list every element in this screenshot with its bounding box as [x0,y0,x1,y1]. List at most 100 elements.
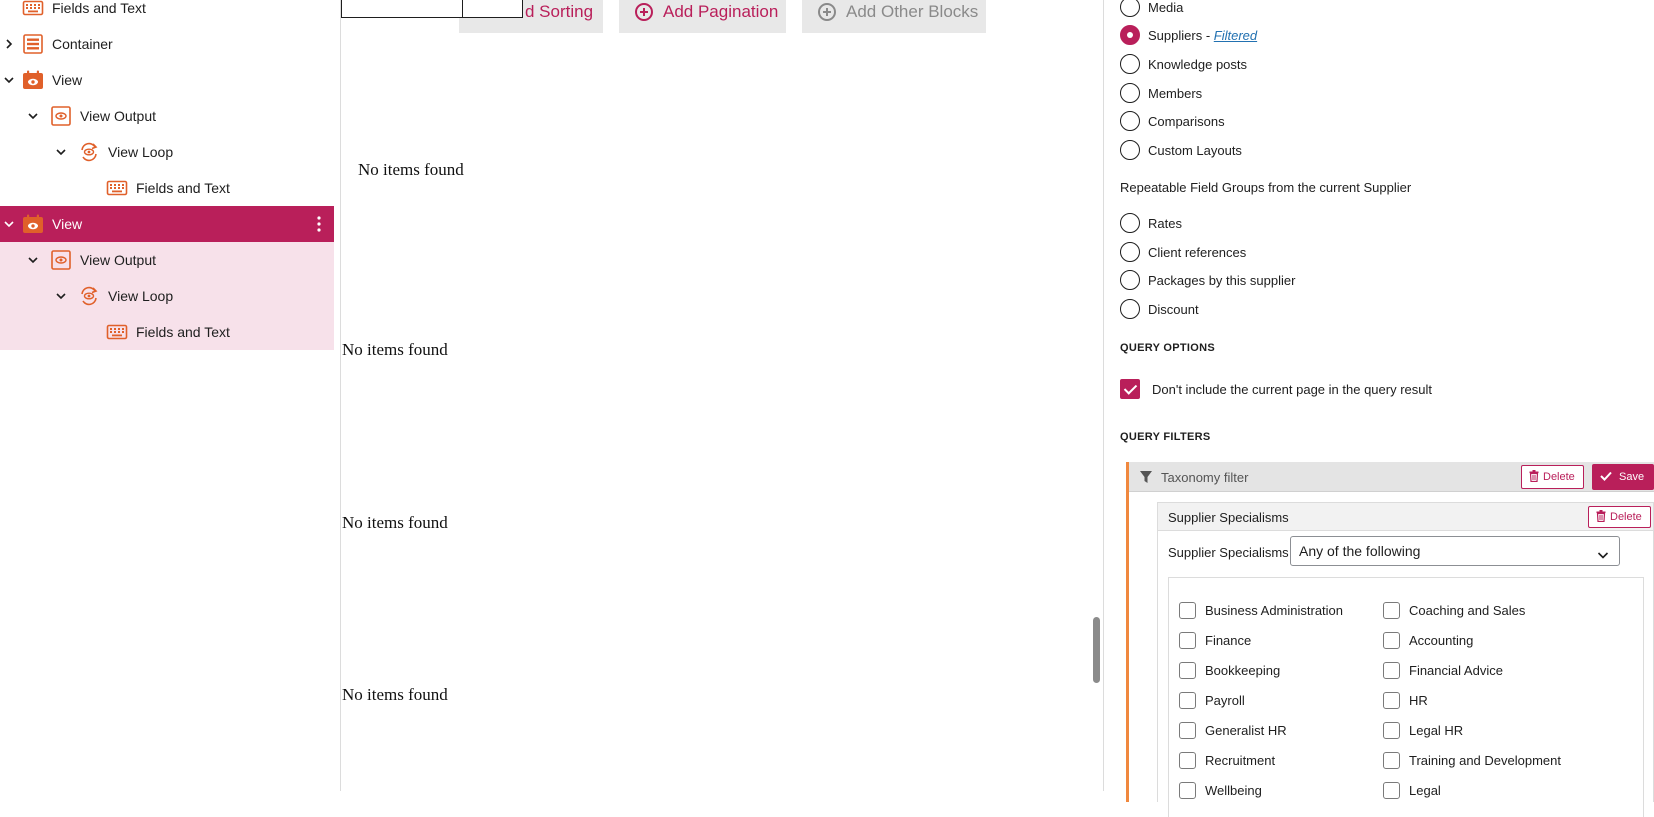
list-item-label: Container [52,36,113,52]
chevron-down-icon[interactable] [3,74,15,86]
no-items-message: No items found [342,685,448,704]
post-type-label: Suppliers [1148,27,1203,43]
canvas-input-box[interactable] [341,0,463,18]
chevron-down-icon[interactable] [3,218,15,230]
list-item-fields-and-text[interactable]: Fields and Text [0,314,334,350]
settings-sidebar: Media Suppliers - Filtered Knowledge pos… [1104,0,1654,817]
list-item-fields-and-text[interactable]: Fields and Text [0,0,334,26]
save-filter-button[interactable]: Save [1592,464,1654,490]
post-type-media[interactable]: Media [1120,0,1183,18]
term-option[interactable]: Financial Advice [1383,662,1503,679]
canvas-scrollbar[interactable] [1093,617,1100,683]
term-option[interactable]: Recruitment [1179,752,1275,769]
term-label: Business Administration [1205,603,1344,618]
delete-taxonomy-button[interactable]: Delete [1588,506,1651,528]
term-label: Training and Development [1409,753,1561,768]
exclude-current-page-option[interactable]: Don't include the current page in the qu… [1120,378,1432,400]
term-checkbox[interactable] [1179,632,1196,649]
term-option[interactable]: Legal HR [1383,722,1463,739]
condition-select[interactable]: Any of the following [1290,536,1620,566]
repeatable-group-packages[interactable]: Packages by this supplier [1120,269,1295,291]
exclude-current-page-label: Don't include the current page in the qu… [1152,381,1432,397]
radio-button[interactable] [1120,213,1140,233]
term-checkbox[interactable] [1179,662,1196,679]
term-checkbox[interactable] [1383,632,1400,649]
term-checkbox[interactable] [1179,692,1196,709]
plus-circle-icon [635,2,653,21]
radio-button[interactable] [1120,0,1140,17]
term-option[interactable]: Business Administration [1179,602,1343,619]
list-item-view-output[interactable]: View Output [0,98,334,134]
list-item-label: View Loop [108,288,174,304]
term-option[interactable]: Coaching and Sales [1383,602,1525,619]
chevron-right-icon[interactable] [3,38,15,50]
view-loop-icon [78,286,100,306]
trash-icon [1596,509,1606,525]
filtered-link[interactable]: Filtered [1214,28,1257,43]
add-other-blocks-button[interactable]: Add Other Blocks [802,0,986,33]
list-item-view-selected[interactable]: View [0,206,334,242]
post-type-label: Knowledge posts [1148,56,1248,72]
radio-button[interactable] [1120,140,1140,160]
term-label: Finance [1205,633,1252,648]
term-checkbox[interactable] [1179,722,1196,739]
delete-filter-button[interactable]: Delete [1521,465,1584,489]
term-checkbox[interactable] [1179,752,1196,769]
term-option[interactable]: Payroll [1179,692,1245,709]
post-type-knowledge-posts[interactable]: Knowledge posts [1120,53,1247,75]
list-item-fields-and-text[interactable]: Fields and Text [0,170,334,206]
radio-button[interactable] [1120,111,1140,131]
post-type-members[interactable]: Members [1120,82,1202,104]
list-item-label: View [52,216,83,232]
radio-button[interactable] [1120,242,1140,262]
repeatable-group-label: Rates [1148,215,1182,231]
taxonomy-filter-header: Taxonomy filter Delete Save [1129,462,1654,492]
taxonomy-condition-box: Supplier Specialisms Delete Supplier Spe… [1157,502,1654,817]
repeatable-group-rates[interactable]: Rates [1120,212,1182,234]
taxonomy-condition-header: Supplier Specialisms Delete [1158,503,1653,531]
term-checkbox[interactable] [1383,662,1400,679]
term-option[interactable]: Bookkeeping [1179,662,1280,679]
radio-button[interactable] [1120,83,1140,103]
term-option[interactable]: Generalist HR [1179,722,1287,739]
add-pagination-button[interactable]: Add Pagination [619,0,786,33]
term-checkbox[interactable] [1383,602,1400,619]
repeatable-group-client-references[interactable]: Client references [1120,241,1246,263]
exclude-current-page-checkbox[interactable] [1120,379,1140,399]
add-pagination-label: Add Pagination [663,1,779,21]
term-option[interactable]: Training and Development [1383,752,1561,769]
list-item-view-output[interactable]: View Output [0,242,334,278]
term-checkbox[interactable] [1383,722,1400,739]
chevron-down-icon[interactable] [27,254,39,266]
term-option[interactable]: Finance [1179,632,1251,649]
radio-button[interactable] [1120,270,1140,290]
post-type-suppliers[interactable]: Suppliers - Filtered [1120,24,1257,46]
post-type-custom-layouts[interactable]: Custom Layouts [1120,139,1242,161]
chevron-down-icon[interactable] [55,146,67,158]
term-option[interactable]: Accounting [1383,632,1473,649]
term-label: Accounting [1409,633,1474,648]
canvas-input-box[interactable] [462,0,523,18]
radio-button-selected[interactable] [1120,25,1140,45]
list-item-view-loop[interactable]: View Loop [0,134,334,170]
repeatable-group-discount[interactable]: Discount [1120,298,1199,320]
chevron-down-icon[interactable] [27,110,39,122]
term-checkbox[interactable] [1383,752,1400,769]
term-checkbox[interactable] [1179,602,1196,619]
list-item-label: View [52,72,83,88]
term-label: HR [1409,693,1428,708]
term-option[interactable]: HR [1383,692,1428,709]
chevron-down-icon[interactable] [55,290,67,302]
list-item-container[interactable]: Container [0,26,334,62]
term-checkbox[interactable] [1383,692,1400,709]
term-label: Payroll [1205,693,1245,708]
add-sorting-label: d Sorting [525,1,594,21]
list-item-view[interactable]: View [0,62,334,98]
taxonomy-terms-grid: Business Administration Finance Bookkeep… [1168,577,1644,817]
radio-button[interactable] [1120,54,1140,74]
post-type-comparisons[interactable]: Comparisons [1120,110,1225,132]
more-options-icon[interactable] [316,215,322,233]
list-item-view-loop[interactable]: View Loop [0,278,334,314]
radio-button[interactable] [1120,299,1140,319]
container-icon [22,34,44,54]
